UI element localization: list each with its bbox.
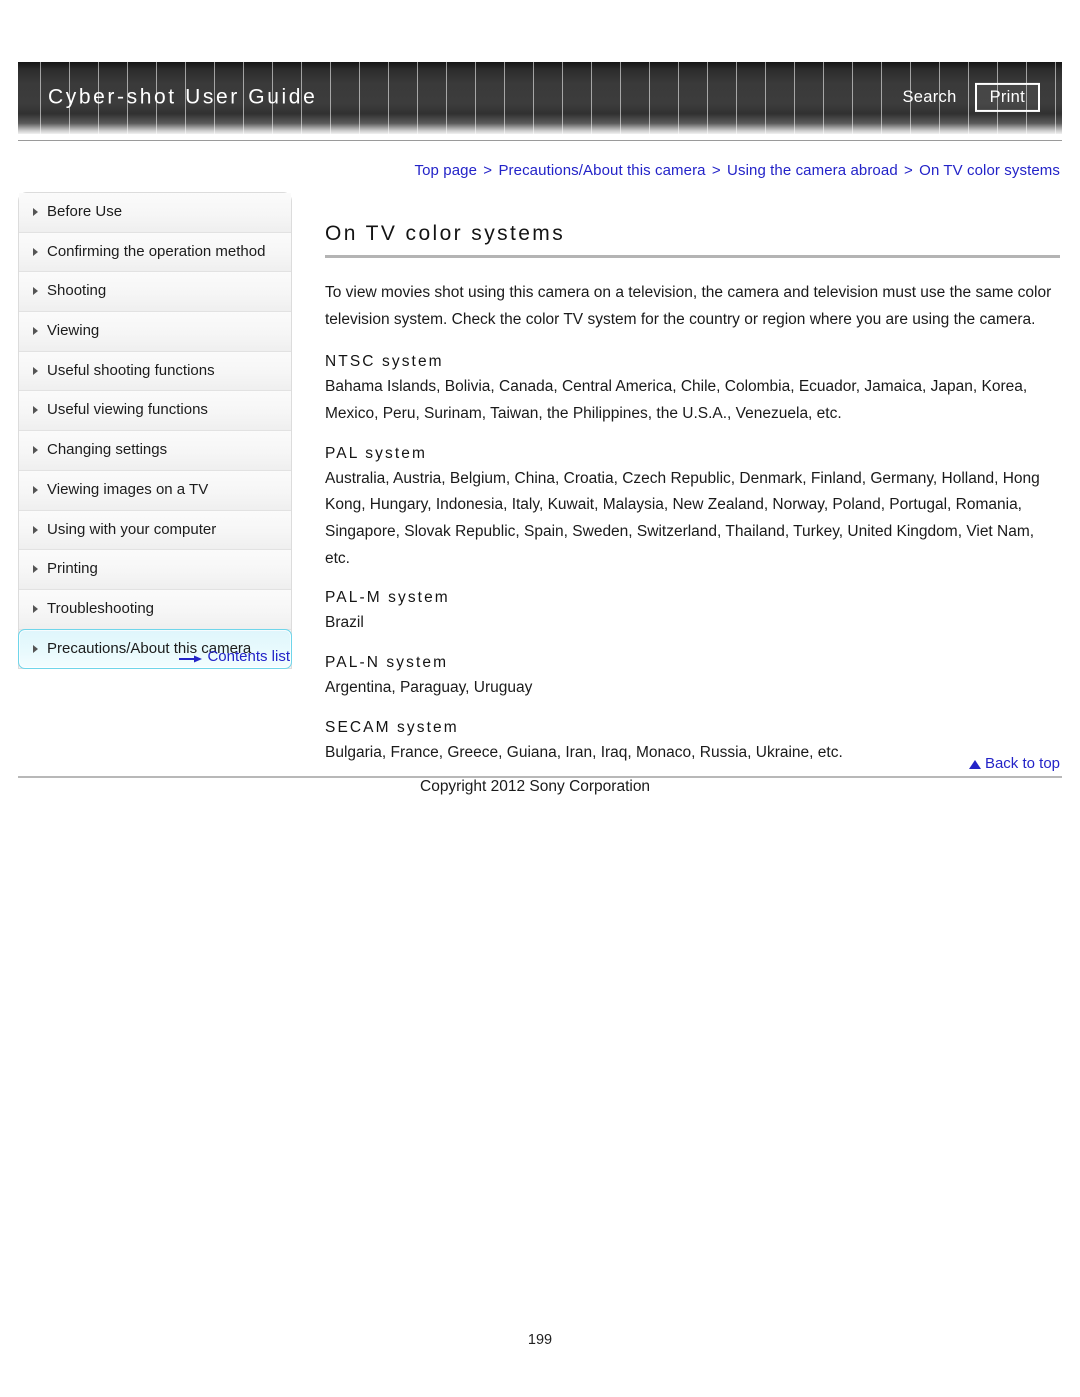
sidebar-item-useful-shooting-functions[interactable]: Useful shooting functions xyxy=(19,351,291,392)
tv-system-section: PAL-N system Argentina, Paraguay, Uruguay xyxy=(325,654,1060,702)
sidebar-item-troubleshooting[interactable]: Troubleshooting xyxy=(19,589,291,630)
sidebar-item-label: Confirming the operation method xyxy=(47,242,266,260)
triangle-right-icon xyxy=(33,406,38,415)
sidebar-item-shooting[interactable]: Shooting xyxy=(19,272,291,313)
section-country-list: Australia, Austria, Belgium, China, Croa… xyxy=(325,469,1040,567)
breadcrumb-item: On TV color systems xyxy=(919,162,1060,179)
sidebar-nav: Before Use Confirming the operation metho… xyxy=(18,192,292,670)
tv-system-section: PAL system Australia, Austria, Belgium, C… xyxy=(325,445,1060,573)
sidebar-item-viewing-images-on-a-tv[interactable]: Viewing images on a TV xyxy=(19,470,291,511)
title-divider xyxy=(325,255,1060,258)
sidebar-item-printing[interactable]: Printing xyxy=(19,550,291,590)
arrow-right-icon xyxy=(179,651,203,663)
sidebar-item-label: Viewing images on a TV xyxy=(47,480,209,498)
triangle-right-icon xyxy=(33,366,38,375)
site-header: Cyber-shot User Guide Search Print xyxy=(18,62,1062,134)
sidebar-item-label: Viewing xyxy=(47,322,100,340)
section-country-list: Bahama Islands, Bolivia, Canada, Central… xyxy=(325,378,1028,422)
triangle-right-icon xyxy=(33,525,38,534)
page-title: On TV color systems xyxy=(325,222,566,245)
section-heading: SECAM system xyxy=(325,718,459,736)
sidebar-item-changing-settings[interactable]: Changing settings xyxy=(19,431,291,471)
section-heading: NTSC system xyxy=(325,353,444,371)
page-number: 199 xyxy=(527,1332,553,1348)
breadcrumb: Top page > Precautions/About this camera… xyxy=(415,162,1061,179)
copyright-text: Copyright 2012 Sony Corporation xyxy=(420,778,651,795)
tv-system-section: NTSC system Bahama Islands, Bolivia, Cana… xyxy=(325,353,1060,427)
breadcrumb-separator: > xyxy=(899,162,918,179)
back-to-top-label: Back to top xyxy=(984,755,1060,772)
section-heading: PAL-N system xyxy=(325,653,449,671)
triangle-right-icon xyxy=(33,287,38,296)
sidebar-item-before-use[interactable]: Before Use xyxy=(19,193,291,233)
tv-system-section: PAL-M system Brazil xyxy=(325,589,1060,637)
breadcrumb-item[interactable]: Using the camera abroad xyxy=(727,162,898,179)
section-country-list: Brazil xyxy=(325,614,364,632)
section-country-list: Argentina, Paraguay, Uruguay xyxy=(325,678,533,696)
sidebar-item-label: Changing settings xyxy=(47,441,168,459)
contents-list-link[interactable]: Contents list xyxy=(18,648,292,665)
triangle-right-icon xyxy=(33,327,38,336)
back-to-top-link[interactable]: Back to top xyxy=(968,755,1060,772)
print-button[interactable]: Print xyxy=(974,82,1040,112)
main-content: On TV color systems To view movies shot … xyxy=(325,222,1060,766)
contents-list-label: Contents list xyxy=(207,648,290,665)
sidebar-item-useful-viewing-functions[interactable]: Useful viewing functions xyxy=(19,391,291,432)
breadcrumb-separator: > xyxy=(479,162,497,179)
sidebar-item-using-with-your-computer[interactable]: Using with your computer xyxy=(19,510,291,551)
triangle-right-icon xyxy=(33,604,38,613)
tv-system-section: SECAM system Bulgaria, France, Greece, Gu… xyxy=(325,719,1060,767)
breadcrumb-separator: > xyxy=(707,162,726,179)
section-heading: PAL system xyxy=(325,444,427,462)
triangle-right-icon xyxy=(33,247,38,256)
sidebar-item-label: Printing xyxy=(47,560,98,578)
sidebar-item-label: Before Use xyxy=(47,203,123,220)
sidebar-item-label: Using with your computer xyxy=(47,520,217,538)
triangle-up-icon xyxy=(968,760,981,769)
tv-system-sections: NTSC system Bahama Islands, Bolivia, Cana… xyxy=(325,353,1060,766)
search-button[interactable]: Search xyxy=(898,86,960,109)
header-actions: Search Print xyxy=(898,82,1040,112)
sidebar-item-label: Shooting xyxy=(47,282,107,300)
sidebar-item-viewing[interactable]: Viewing xyxy=(19,312,291,352)
triangle-right-icon xyxy=(33,485,38,494)
sidebar-item-label: Troubleshooting xyxy=(47,599,155,617)
sidebar-item-confirming-the-operation-method[interactable]: Confirming the operation method xyxy=(19,232,291,273)
triangle-right-icon xyxy=(33,446,38,455)
breadcrumb-item[interactable]: Precautions/About this camera xyxy=(498,162,705,179)
breadcrumb-item[interactable]: Top page xyxy=(415,162,478,179)
header-divider xyxy=(18,140,1062,141)
sidebar-item-label: Useful viewing functions xyxy=(47,401,208,419)
section-heading: PAL-M system xyxy=(325,589,450,607)
intro-paragraph: To view movies shot using this camera on… xyxy=(325,284,1052,328)
brand-title: Cyber-shot User Guide xyxy=(48,85,318,109)
sidebar-item-label: Useful shooting functions xyxy=(47,361,215,379)
section-country-list: Bulgaria, France, Greece, Guiana, Iran, … xyxy=(325,743,843,761)
triangle-right-icon xyxy=(33,208,38,216)
triangle-right-icon xyxy=(33,565,38,574)
